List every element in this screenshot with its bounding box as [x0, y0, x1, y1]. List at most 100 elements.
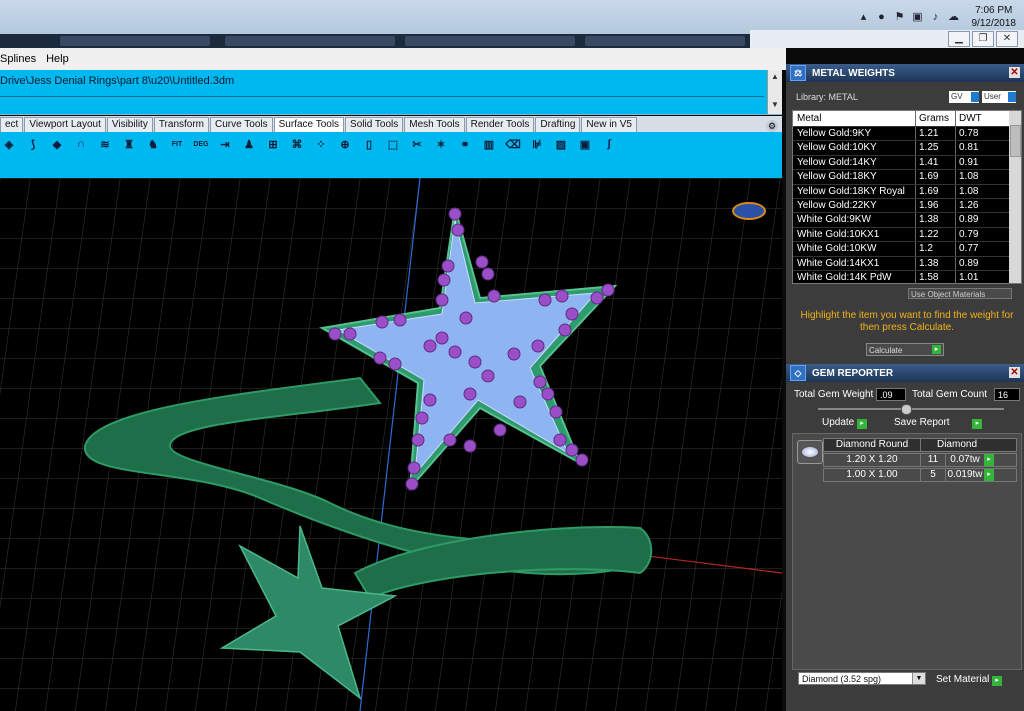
flag-icon[interactable]: ⚑	[894, 11, 906, 23]
table-row[interactable]: 1.20 X 1.20 11 0.07tw ▸	[823, 453, 1017, 467]
table-row[interactable]: Yellow Gold:18KY 1.69 1.08	[793, 170, 1021, 185]
analysis-icon[interactable]: ⊯	[528, 135, 546, 153]
tab-render-tools[interactable]: Render Tools	[465, 117, 535, 132]
tab-visibility[interactable]: Visibility	[106, 117, 153, 132]
menu-help[interactable]: Help	[46, 53, 69, 65]
cloud-icon[interactable]: ☁	[948, 11, 960, 23]
curvature-icon[interactable]: ∫	[600, 135, 618, 153]
clock[interactable]: 7:06 PM 9/12/2018	[972, 4, 1017, 30]
chevron-down-icon[interactable]: ▼	[912, 673, 925, 684]
metal-grams: 1.38	[916, 213, 956, 227]
tab-solid-tools[interactable]: Solid Tools	[345, 117, 404, 132]
cube-icon[interactable]: ▣	[576, 135, 594, 153]
use-object-materials-button[interactable]: Use Object Materials	[908, 288, 1012, 299]
surface-tool-icon[interactable]: ◈	[0, 135, 18, 153]
arch-icon[interactable]: ∩	[72, 135, 90, 153]
match-icon[interactable]: ♟	[240, 135, 258, 153]
menu-splines[interactable]: Splines	[0, 53, 36, 65]
grid-icon[interactable]: ⊞	[264, 135, 282, 153]
metal-name: Yellow Gold:9KY	[793, 127, 916, 141]
tab-select[interactable]: ect	[0, 117, 24, 132]
blend-icon[interactable]: ≋	[96, 135, 114, 153]
tab-curve-tools[interactable]: Curve Tools	[210, 117, 273, 132]
table-row[interactable]: Yellow Gold:9KY 1.21 0.78	[793, 127, 1021, 142]
close-button[interactable]: ✕	[996, 31, 1018, 47]
3d-viewport[interactable]	[0, 178, 782, 711]
table-row[interactable]: White Gold:10KW 1.2 0.77	[793, 242, 1021, 257]
set-material-button[interactable]: Set Material ▸	[936, 674, 1003, 686]
update-button[interactable]: Update ▸	[822, 416, 868, 430]
command-scrollbar[interactable]: ▲ ▼	[767, 70, 782, 114]
tab-surface-tools[interactable]: Surface Tools	[273, 117, 345, 132]
extend-icon[interactable]: ⇥	[216, 135, 234, 153]
gem-slider[interactable]	[818, 404, 1004, 415]
columns-icon[interactable]: ▥	[480, 135, 498, 153]
deg-icon[interactable]: DEG	[192, 135, 210, 153]
orientation-gizmo-icon[interactable]	[732, 202, 766, 220]
play-icon[interactable]: ▸	[984, 469, 994, 481]
table-row[interactable]: White Gold:10KX1 1.22 0.79	[793, 227, 1021, 243]
points-icon[interactable]: ⁘	[312, 135, 330, 153]
table-row[interactable]: Yellow Gold:10KY 1.25 0.81	[793, 141, 1021, 156]
restore-button[interactable]: ❐	[972, 31, 994, 47]
network-icon[interactable]: ▣	[912, 11, 924, 23]
split-icon[interactable]: ✂	[408, 135, 426, 153]
file-path: Drive\Jess Denial Rings\part 8\u20\Untit…	[0, 75, 235, 87]
metal-table-scrollbar[interactable]	[1009, 111, 1021, 283]
close-icon[interactable]: ✕	[1009, 367, 1020, 378]
star-tool-icon[interactable]: ✶	[432, 135, 450, 153]
sweep-icon[interactable]: ◆	[48, 135, 66, 153]
save-report-button[interactable]: Save Report ▸	[894, 416, 983, 430]
loft-icon[interactable]: ⟆	[24, 135, 42, 153]
user-toggle[interactable]: User	[982, 91, 1016, 103]
col-metal[interactable]: Metal	[793, 111, 916, 126]
col-dwt[interactable]: DWT	[956, 111, 1003, 126]
tab-drafting[interactable]: Drafting	[535, 117, 581, 132]
rebuild-icon[interactable]: ⌘	[288, 135, 306, 153]
scroll-down-icon[interactable]: ▼	[768, 98, 782, 112]
gear-icon[interactable]: ⚙	[766, 120, 778, 132]
taskbar-app[interactable]	[225, 36, 395, 46]
tab-viewport-layout[interactable]: Viewport Layout	[24, 117, 106, 132]
minimize-button[interactable]: ▁	[948, 31, 970, 47]
table-row[interactable]: Yellow Gold:22KY 1.96 1.26	[793, 198, 1021, 214]
network-surface-icon[interactable]: ♜	[120, 135, 138, 153]
scroll-up-icon[interactable]: ▲	[768, 70, 782, 84]
table-row[interactable]: 1.00 X 1.00 5 0.019tw ▸	[823, 468, 1017, 482]
table-row[interactable]: White Gold:14K PdW 1.58 1.01	[793, 270, 1021, 283]
taskbar-app[interactable]	[405, 36, 575, 46]
metal-dwt: 0.81	[959, 142, 979, 154]
taskbar-apps	[0, 34, 760, 48]
table-row[interactable]: White Gold:9KW 1.38 0.89	[793, 213, 1021, 228]
play-icon[interactable]: ▸	[984, 454, 994, 466]
fit-icon[interactable]: FIT	[168, 135, 186, 153]
gv-toggle[interactable]: GV	[949, 91, 979, 103]
slider-knob[interactable]	[901, 404, 912, 415]
connect-icon[interactable]: ⚭	[456, 135, 474, 153]
offset-icon[interactable]: ⬚	[384, 135, 402, 153]
metal-table[interactable]: Metal Grams DWT Yellow Gold:9KY 1.21 0.78 Y…	[792, 110, 1022, 284]
col-grams[interactable]: Grams	[916, 111, 956, 126]
command-area[interactable]: Drive\Jess Denial Rings\part 8\u20\Untit…	[0, 70, 782, 115]
close-icon[interactable]: ✕	[1009, 67, 1020, 78]
eraser-icon[interactable]: ⌫	[504, 135, 522, 153]
gem-table[interactable]: Diamond Round Diamond 1.20 X 1.20 11 0.0…	[792, 433, 1022, 670]
taskbar-app[interactable]	[585, 36, 745, 46]
security-icon[interactable]: ●	[876, 11, 888, 23]
command-line[interactable]	[0, 96, 764, 97]
material-select[interactable]: Diamond (3.52 spg) ▼	[798, 672, 926, 685]
patch-icon[interactable]: ♞	[144, 135, 162, 153]
calculate-button[interactable]: Calculate ▸	[866, 343, 944, 356]
tab-mesh-tools[interactable]: Mesh Tools	[404, 117, 465, 132]
cylinder-icon[interactable]: ▯	[360, 135, 378, 153]
zebra-icon[interactable]: ▨	[552, 135, 570, 153]
fillet-icon[interactable]: ⊕	[336, 135, 354, 153]
table-row[interactable]: Yellow Gold:14KY 1.41 0.91	[793, 155, 1021, 171]
table-row[interactable]: Yellow Gold:18KY Royal 1.69 1.08	[793, 184, 1021, 199]
tab-transform[interactable]: Transform	[153, 117, 210, 132]
table-row[interactable]: White Gold:14KX1 1.38 0.89	[793, 256, 1021, 271]
chevron-up-icon[interactable]: ▴	[858, 11, 870, 23]
tab-new-in-v5[interactable]: New in V5	[581, 117, 637, 132]
volume-icon[interactable]: ♪	[930, 11, 942, 23]
taskbar-app[interactable]	[60, 36, 210, 46]
